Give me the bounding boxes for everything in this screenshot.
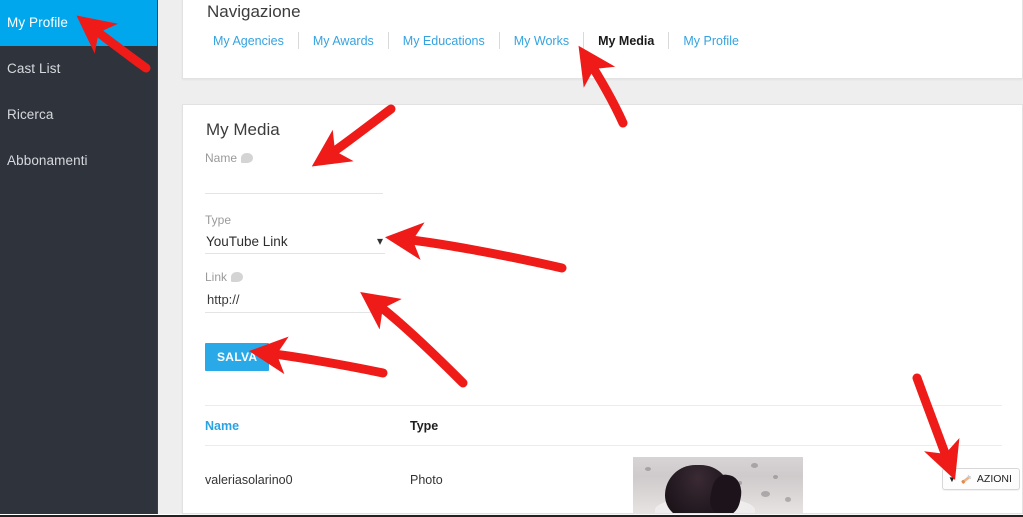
field-type-label-text: Type — [205, 213, 232, 227]
field-link-label: Link — [205, 270, 385, 284]
caret-down-icon: ▼ — [948, 474, 956, 484]
save-button[interactable]: SALVA — [205, 343, 270, 371]
navigation-panel: Navigazione My Agencies My Awards My Edu… — [182, 0, 1023, 79]
cell-preview — [530, 447, 1002, 513]
tab-my-awards[interactable]: My Awards — [299, 34, 388, 48]
field-link: Link — [205, 270, 385, 313]
sidebar-item-label: Cast List — [7, 61, 61, 76]
field-name-label: Name — [205, 151, 385, 165]
wrench-icon — [961, 474, 972, 484]
field-type-label: Type — [205, 213, 385, 227]
my-media-panel: My Media Name Type YouTube Link ▾ Link h… — [182, 104, 1023, 514]
field-name-label-text: Name — [205, 151, 238, 165]
column-header-name[interactable]: Name — [205, 419, 410, 433]
tab-my-media[interactable]: My Media — [584, 34, 668, 48]
sidebar-item-label: Abbonamenti — [7, 153, 88, 168]
sidebar-item-label: My Profile — [7, 15, 69, 30]
link-input[interactable] — [205, 287, 383, 313]
sidebar-item-cast-list[interactable]: Cast List — [0, 46, 157, 92]
sidebar: My Profile Cast List Ricerca Abbonamenti — [0, 0, 158, 514]
tooltip-icon[interactable] — [241, 153, 254, 163]
cell-name: valeriasolarino0 — [205, 473, 293, 487]
page-title: My Media — [206, 120, 280, 139]
type-select-wrapper: YouTube Link ▾ — [205, 230, 385, 254]
table-header-row: Name Type — [205, 406, 1002, 446]
sidebar-item-ricerca[interactable]: Ricerca — [0, 92, 157, 138]
sidebar-item-label: Ricerca — [7, 107, 54, 122]
photo-thumbnail[interactable] — [633, 457, 803, 513]
type-select-value: YouTube Link — [206, 234, 288, 249]
tab-my-educations[interactable]: My Educations — [389, 34, 499, 48]
field-type: Type YouTube Link ▾ — [205, 213, 385, 254]
type-select[interactable]: YouTube Link — [205, 230, 385, 254]
media-table: Name Type valeriasolarino0 Photo — [205, 405, 1002, 513]
sidebar-item-abbonamenti[interactable]: Abbonamenti — [0, 138, 157, 184]
azioni-button-label: AZIONI — [976, 473, 1012, 485]
app-window: My Profile Cast List Ricerca Abbonamenti… — [0, 0, 1023, 517]
azioni-button[interactable]: ▼ AZIONI — [942, 468, 1020, 490]
tab-my-works[interactable]: My Works — [500, 34, 583, 48]
name-input[interactable] — [205, 168, 383, 194]
column-header-type: Type — [410, 418, 439, 433]
tab-my-profile[interactable]: My Profile — [669, 34, 753, 48]
sidebar-item-my-profile[interactable]: My Profile — [0, 0, 157, 46]
field-link-label-text: Link — [205, 270, 228, 284]
navigation-panel-title: Navigazione — [207, 2, 301, 21]
tooltip-icon[interactable] — [231, 272, 244, 282]
cell-type: Photo — [410, 473, 443, 487]
field-name: Name — [205, 151, 385, 194]
tab-my-agencies[interactable]: My Agencies — [199, 34, 298, 48]
table-row[interactable]: valeriasolarino0 Photo — [205, 446, 1002, 513]
navigation-tabs: My Agencies My Awards My Educations My W… — [199, 32, 753, 49]
